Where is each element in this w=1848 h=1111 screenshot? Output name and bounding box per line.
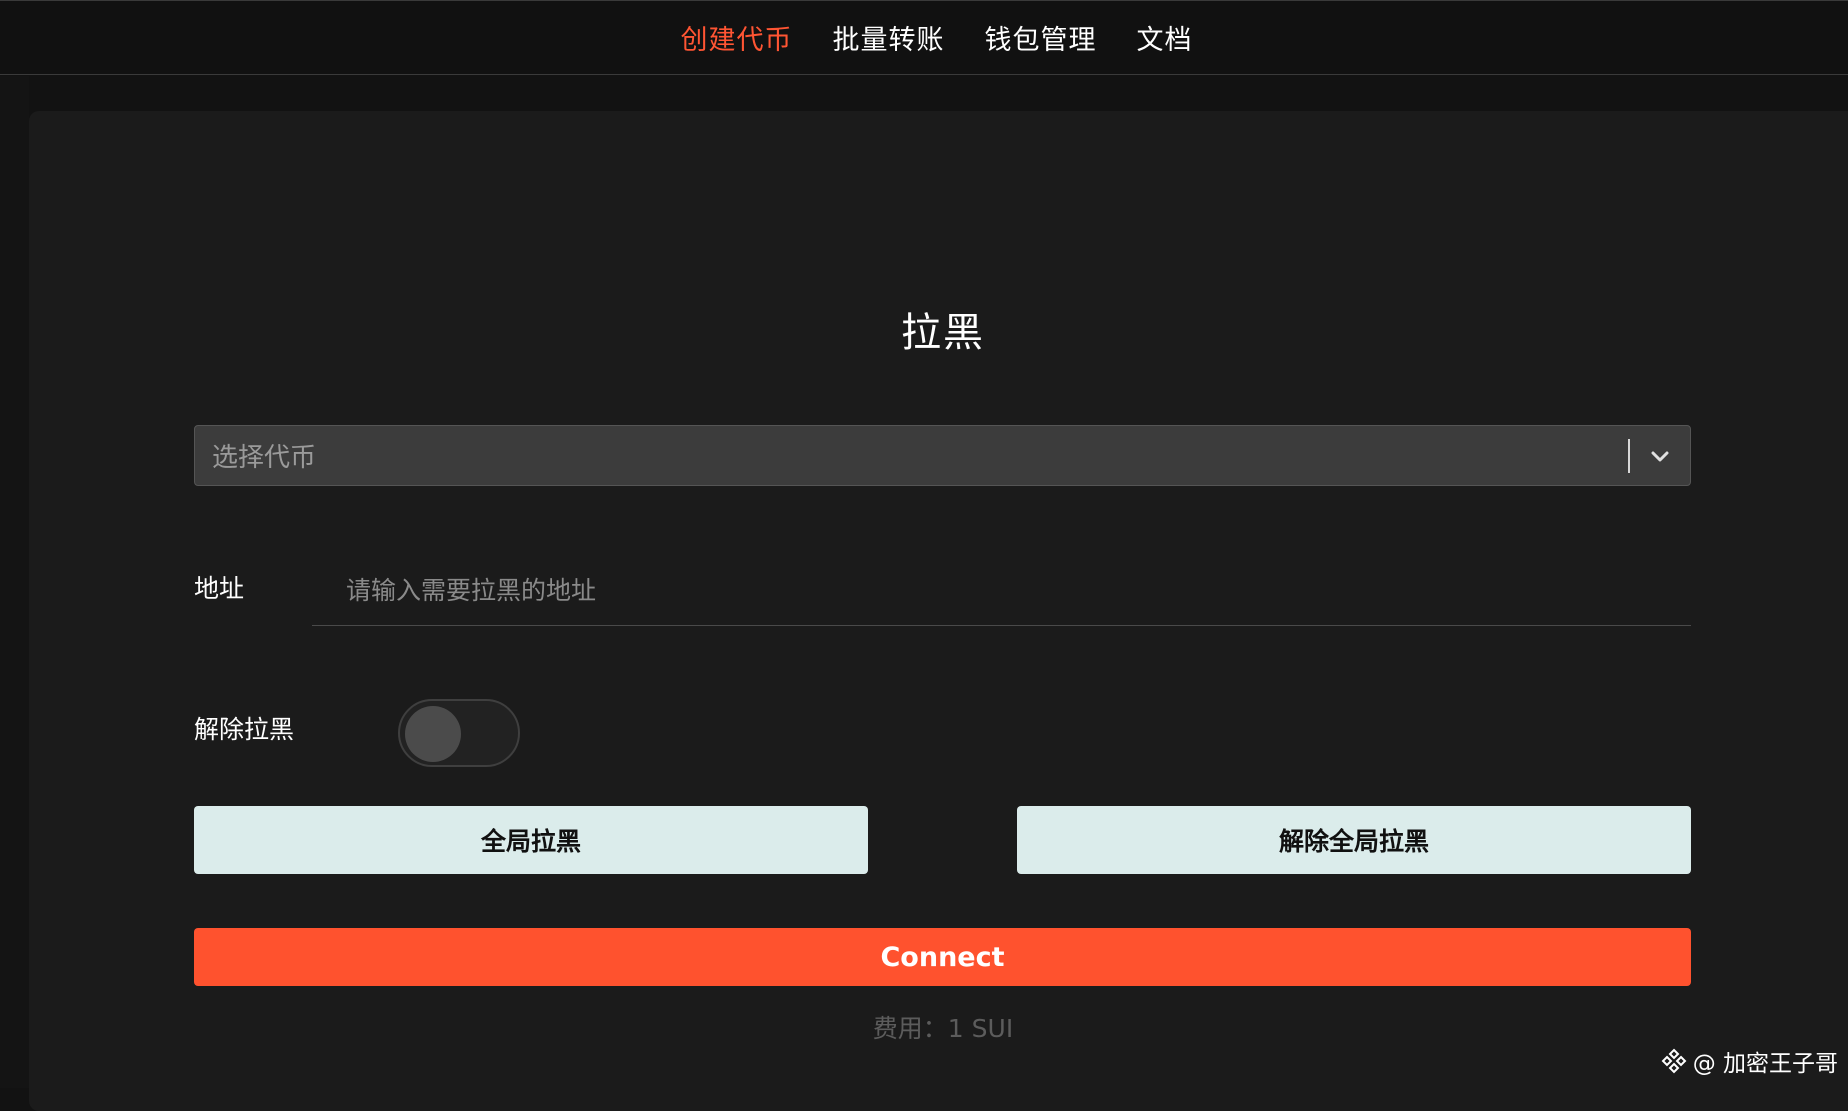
token-select[interactable]: 选择代币 (194, 425, 1691, 486)
token-select-placeholder: 选择代币 (212, 426, 316, 485)
address-input[interactable] (312, 555, 1691, 626)
nav-item-batch-transfer[interactable]: 批量转账 (833, 18, 945, 57)
unblock-toggle[interactable] (398, 699, 520, 767)
toggle-knob (405, 706, 461, 762)
nav-item-create-token[interactable]: 创建代币 (681, 18, 793, 57)
nav-item-wallet-management[interactable]: 钱包管理 (985, 18, 1097, 57)
global-block-button[interactable]: 全局拉黑 (194, 806, 868, 874)
chevron-down-icon[interactable] (1648, 444, 1672, 468)
nav-menu: 创建代币 批量转账 钱包管理 文档 (0, 1, 1848, 74)
connect-button[interactable]: Connect (194, 928, 1691, 986)
nav-item-docs[interactable]: 文档 (1137, 18, 1193, 57)
watermark-text: @ 加密王子哥 (1693, 1044, 1838, 1078)
page-title: 拉黑 (0, 300, 1848, 358)
address-label: 地址 (194, 569, 244, 605)
fee-text: 费用：1 SUI (0, 1009, 1848, 1045)
global-unblock-button[interactable]: 解除全局拉黑 (1017, 806, 1691, 874)
select-separator (1628, 439, 1630, 473)
unblock-label: 解除拉黑 (194, 710, 294, 746)
binance-diamond-icon (1661, 1048, 1687, 1074)
top-navigation-bar: 创建代币 批量转账 钱包管理 文档 (0, 0, 1848, 75)
left-gutter (0, 76, 29, 1088)
watermark: @ 加密王子哥 (1661, 1044, 1838, 1078)
